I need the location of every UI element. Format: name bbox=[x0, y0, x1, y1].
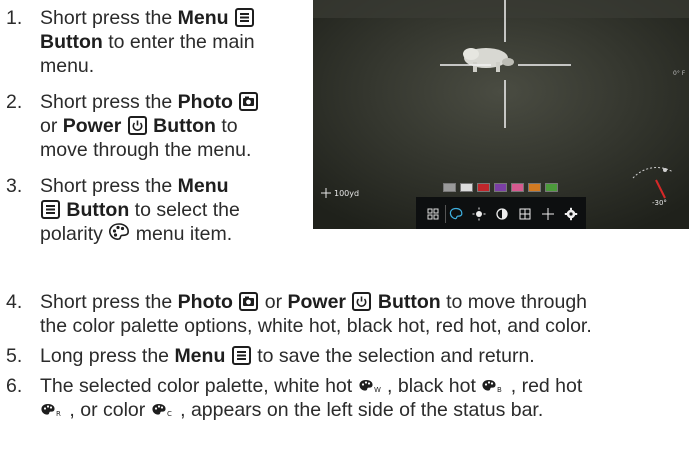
step-text bbox=[225, 345, 230, 367]
step-line: Button to enter the main bbox=[40, 30, 255, 54]
palette-c-icon: C bbox=[151, 400, 175, 424]
step-text: move through the menu. bbox=[40, 139, 252, 161]
status-palette-icon bbox=[449, 207, 463, 221]
step-text bbox=[233, 91, 238, 113]
button-name: Menu bbox=[177, 7, 229, 29]
step-text: menu. bbox=[40, 55, 95, 77]
power-icon bbox=[352, 292, 372, 311]
button-name: Button bbox=[40, 31, 103, 53]
palette-b-icon: B bbox=[481, 376, 505, 400]
button-name: Button bbox=[66, 199, 130, 221]
range-readout: 100yd bbox=[334, 189, 360, 198]
angle-readout: -30° bbox=[652, 199, 667, 207]
step-text bbox=[121, 115, 126, 137]
status-settings-icon bbox=[564, 207, 578, 221]
thermal-scene bbox=[313, 0, 689, 229]
svg-text:W: W bbox=[374, 386, 381, 394]
step-text bbox=[346, 291, 351, 313]
step-text: polarity bbox=[40, 223, 109, 245]
step-line: Short press the Photo bbox=[40, 90, 259, 114]
step-number: 4. bbox=[6, 291, 23, 313]
button-name: Menu bbox=[177, 175, 229, 197]
step-text: or bbox=[40, 115, 63, 137]
status-zoom-icon bbox=[518, 207, 532, 221]
palette-swatch bbox=[460, 183, 473, 192]
step-line: menu. bbox=[40, 54, 255, 78]
palette-swatch bbox=[477, 183, 490, 192]
menu-icon bbox=[41, 200, 60, 219]
status-bar bbox=[416, 197, 586, 229]
step-line: Short press the Menu bbox=[40, 174, 240, 198]
power-icon bbox=[127, 116, 147, 135]
palette-icon bbox=[108, 222, 130, 248]
step-text: Short press the bbox=[40, 7, 178, 29]
step-text: menu item. bbox=[130, 223, 233, 245]
step-line: Long press the Menu to save the selectio… bbox=[40, 344, 535, 368]
button-name: Menu bbox=[174, 345, 226, 367]
step-line: Short press the Photo or Power Button to… bbox=[40, 290, 592, 314]
step-line: The selected color palette, white hot W … bbox=[40, 374, 582, 398]
palette-swatch bbox=[528, 183, 541, 192]
menu-icon bbox=[231, 346, 251, 365]
button-name: Button bbox=[153, 115, 216, 137]
step-line: move through the menu. bbox=[40, 138, 259, 162]
step-text: Short press the bbox=[40, 175, 178, 197]
step-line: polarity menu item. bbox=[40, 222, 240, 246]
palette-r-icon: R bbox=[40, 400, 64, 424]
camera-icon bbox=[239, 92, 259, 111]
step-text: , appears on the left side of the status… bbox=[174, 399, 544, 421]
step-line: Short press the Menu bbox=[40, 6, 255, 30]
status-reticle-icon bbox=[541, 207, 555, 221]
palette-swatch bbox=[443, 183, 456, 192]
step-number: 3. bbox=[6, 175, 23, 197]
svg-text:C: C bbox=[167, 410, 172, 418]
step-number: 6. bbox=[6, 375, 23, 397]
thermal-screen: 100yd -30° 0° F bbox=[313, 0, 689, 229]
palette-w-icon: W bbox=[358, 376, 382, 400]
svg-text:R: R bbox=[56, 410, 61, 418]
step-text: to move through bbox=[440, 291, 588, 313]
palette-swatch bbox=[494, 183, 507, 192]
button-name: Photo bbox=[177, 291, 233, 313]
step-text: to select the bbox=[129, 199, 240, 221]
svg-text:B: B bbox=[497, 386, 502, 394]
step-text: , or color bbox=[64, 399, 151, 421]
camera-icon bbox=[239, 292, 259, 311]
step-number: 1. bbox=[6, 7, 23, 29]
step-text: the color palette options, white hot, bl… bbox=[40, 315, 592, 337]
step-text: to enter the main bbox=[102, 31, 255, 53]
menu-icon bbox=[235, 8, 254, 27]
button-name: Photo bbox=[177, 91, 233, 113]
step-text: or bbox=[259, 291, 288, 313]
step-number: 5. bbox=[6, 345, 23, 367]
step-text: , black hot bbox=[381, 375, 482, 397]
palette-swatch bbox=[511, 183, 524, 192]
step-text bbox=[229, 7, 234, 29]
step-text: Short press the bbox=[40, 291, 178, 313]
step-line: R , or color C , appears on the left sid… bbox=[40, 398, 582, 422]
palette-swatch bbox=[545, 183, 558, 192]
step-text: Short press the bbox=[40, 91, 178, 113]
button-name: Power bbox=[62, 115, 122, 137]
step-line: the color palette options, white hot, bl… bbox=[40, 314, 592, 338]
step-text bbox=[233, 291, 238, 313]
step-text: , red hot bbox=[505, 375, 583, 397]
step-line: Button to select the bbox=[40, 198, 240, 222]
status-contrast-icon bbox=[495, 207, 509, 221]
button-name: Button bbox=[377, 291, 441, 313]
step-number: 2. bbox=[6, 91, 23, 113]
status-separator bbox=[445, 205, 446, 223]
status-grid-icon bbox=[426, 207, 440, 221]
step-text: Long press the bbox=[40, 345, 175, 367]
step-text: to save the selection and return. bbox=[251, 345, 535, 367]
button-name: Power bbox=[287, 291, 347, 313]
step-text: to bbox=[215, 115, 238, 137]
step-text: The selected color palette, white hot bbox=[40, 375, 358, 397]
side-readout: 0° F bbox=[673, 70, 686, 77]
status-brightness-icon bbox=[472, 207, 486, 221]
step-line: or Power Button to bbox=[40, 114, 259, 138]
